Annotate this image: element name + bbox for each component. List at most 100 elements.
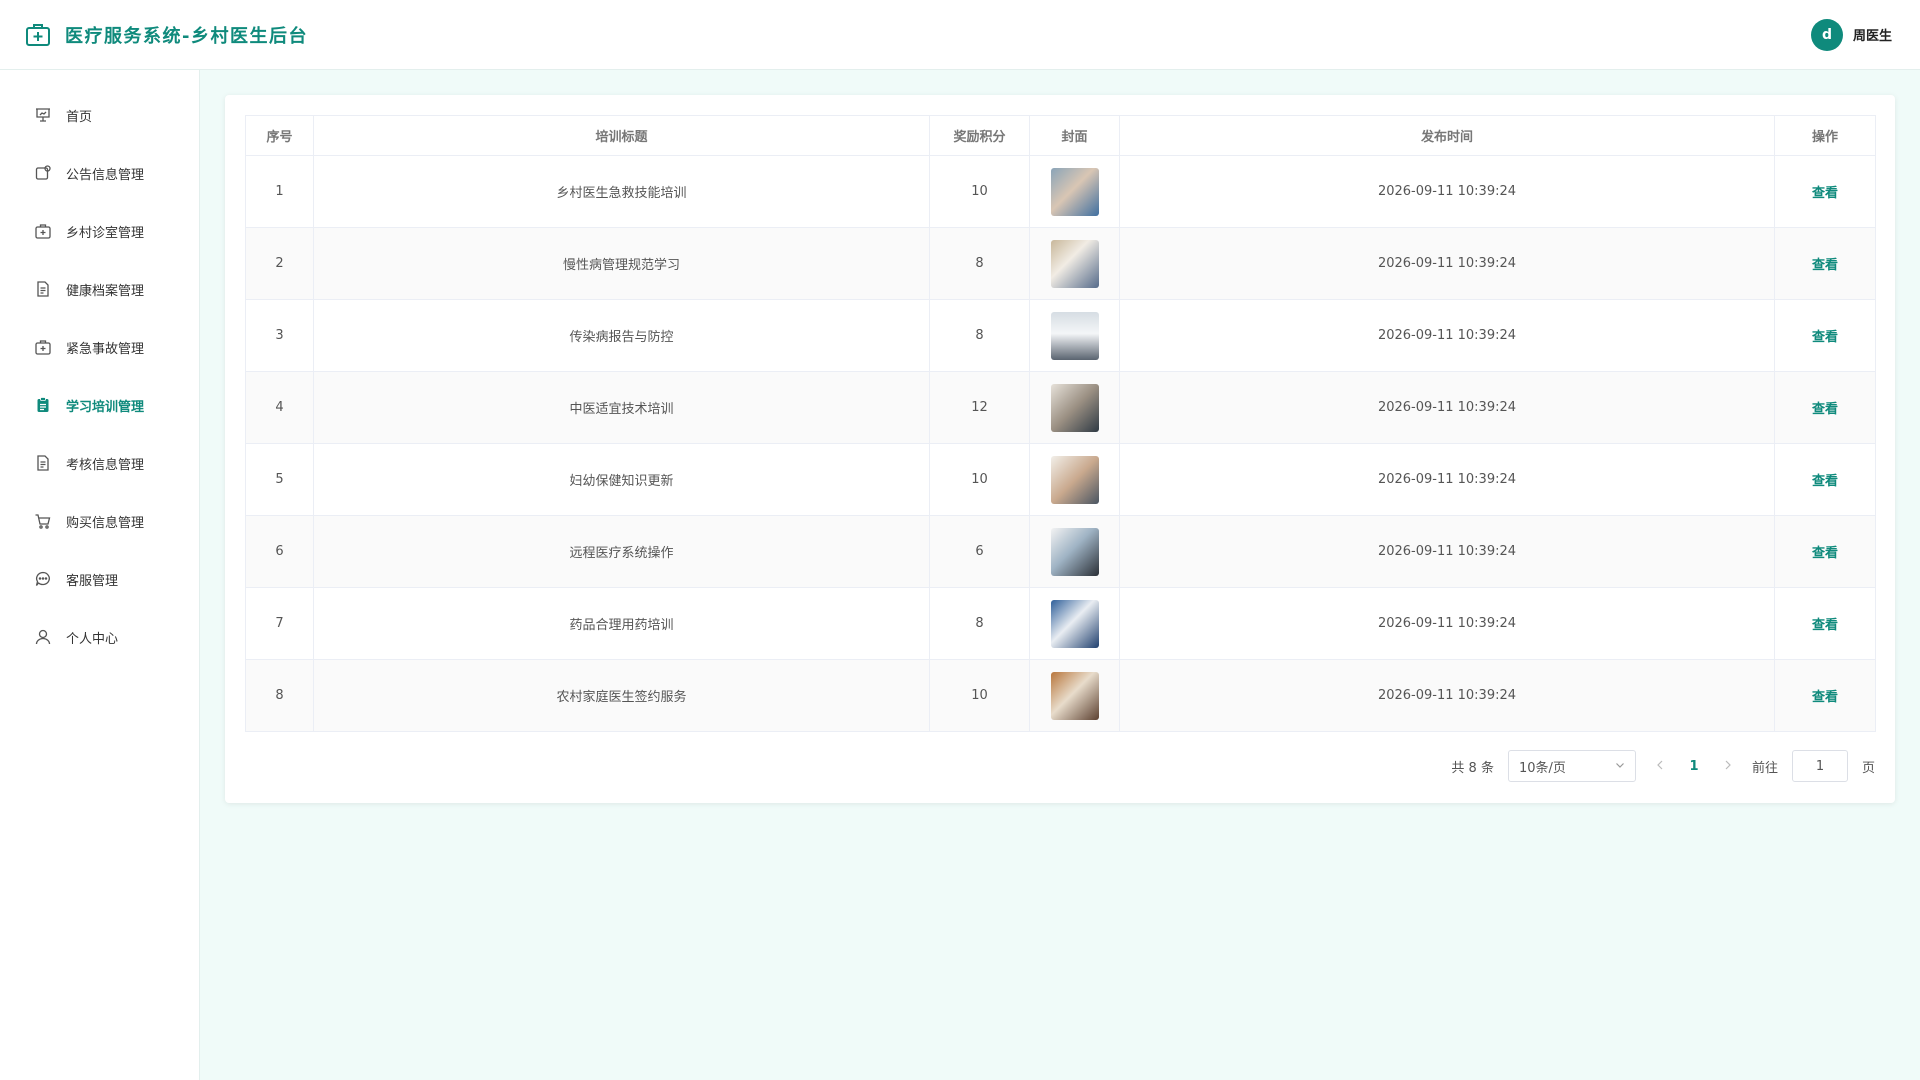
user-name[interactable]: 周医生 [1853, 25, 1892, 44]
cover-image[interactable] [1050, 383, 1099, 432]
cell-points: 10 [929, 443, 1030, 516]
table-row: 8 农村家庭医生签约服务 10 2026-09-11 10:39:24 查看 [245, 659, 1876, 732]
sidebar-item-purchase[interactable]: 购买信息管理 [0, 492, 199, 550]
cell-cover [1029, 659, 1120, 732]
next-page-button[interactable] [1718, 758, 1738, 774]
sidebar-item-assessment[interactable]: 考核信息管理 [0, 434, 199, 492]
cell-action: 查看 [1774, 587, 1876, 660]
chevron-down-icon [1615, 759, 1625, 774]
cell-action: 查看 [1774, 443, 1876, 516]
page-size-select[interactable]: 10条/页 [1507, 750, 1636, 782]
cell-index: 3 [245, 299, 314, 372]
cell-title: 慢性病管理规范学习 [313, 227, 930, 300]
sidebar-item-label: 健康档案管理 [66, 283, 145, 299]
cell-time: 2026-09-11 10:39:24 [1119, 587, 1775, 660]
goto-page-input[interactable] [1791, 750, 1848, 782]
table-row: 1 乡村医生急救技能培训 10 2026-09-11 10:39:24 查看 [245, 155, 1876, 228]
user-menu[interactable]: d 周医生 [1810, 18, 1892, 51]
view-button[interactable]: 查看 [1812, 690, 1838, 705]
goto-label: 前往 [1751, 760, 1778, 776]
cover-image[interactable] [1050, 239, 1099, 288]
cover-image[interactable] [1050, 455, 1099, 504]
training-table: 序号 培训标题 奖励积分 封面 发布时间 操作 1 乡村医生急救技能培训 10 … [245, 115, 1876, 732]
sidebar-item-training[interactable]: 学习培训管理 [0, 376, 199, 434]
page-suffix: 页 [1861, 760, 1875, 776]
pagination: 共 8 条 10条/页 1 前往 页 [1451, 750, 1875, 782]
sidebar-item-label: 首页 [66, 109, 93, 125]
sidebar-item-label: 紧急事故管理 [66, 341, 145, 357]
cell-time: 2026-09-11 10:39:24 [1119, 515, 1775, 588]
sidebar-item-home[interactable]: 首页 [0, 86, 199, 144]
cover-image[interactable] [1050, 599, 1099, 648]
view-button[interactable]: 查看 [1812, 402, 1838, 417]
cell-action: 查看 [1774, 155, 1876, 228]
page-number[interactable]: 1 [1684, 759, 1704, 774]
column-header-index: 序号 [245, 115, 314, 156]
sidebar-item-health-records[interactable]: 健康档案管理 [0, 260, 199, 318]
table-row: 3 传染病报告与防控 8 2026-09-11 10:39:24 查看 [245, 299, 1876, 372]
column-header-time: 发布时间 [1119, 115, 1775, 156]
document-icon [34, 280, 52, 298]
column-header-cover: 封面 [1029, 115, 1120, 156]
cover-image[interactable] [1050, 311, 1099, 360]
cell-title: 农村家庭医生签约服务 [313, 659, 930, 732]
view-button[interactable]: 查看 [1812, 258, 1838, 273]
cell-index: 1 [245, 155, 314, 228]
presentation-icon [34, 106, 52, 124]
table-row: 6 远程医疗系统操作 6 2026-09-11 10:39:24 查看 [245, 515, 1876, 588]
cover-image[interactable] [1050, 671, 1099, 720]
sidebar-item-notice[interactable]: 公告信息管理 [0, 144, 199, 202]
cell-index: 7 [245, 587, 314, 660]
chat-icon [34, 570, 52, 588]
cell-points: 6 [929, 515, 1030, 588]
training-list-card: 序号 培训标题 奖励积分 封面 发布时间 操作 1 乡村医生急救技能培训 10 … [225, 95, 1895, 803]
cover-image[interactable] [1050, 167, 1099, 216]
sidebar: 首页 公告信息管理 乡村诊室管理 健康档案管理 紧急事故管理 学习培训管理 考核… [0, 70, 200, 1080]
cell-cover [1029, 443, 1120, 516]
cell-index: 6 [245, 515, 314, 588]
user-icon [34, 628, 52, 646]
cell-title: 中医适宜技术培训 [313, 371, 930, 444]
cell-time: 2026-09-11 10:39:24 [1119, 155, 1775, 228]
cell-action: 查看 [1774, 659, 1876, 732]
cell-title: 远程医疗系统操作 [313, 515, 930, 588]
avatar[interactable]: d [1810, 18, 1843, 51]
view-button[interactable]: 查看 [1812, 474, 1838, 489]
cell-cover [1029, 299, 1120, 372]
column-header-title: 培训标题 [313, 115, 930, 156]
sidebar-item-clinic[interactable]: 乡村诊室管理 [0, 202, 199, 260]
cell-cover [1029, 371, 1120, 444]
cell-index: 5 [245, 443, 314, 516]
page-size-value: 10条/页 [1518, 760, 1566, 776]
table-row: 2 慢性病管理规范学习 8 2026-09-11 10:39:24 查看 [245, 227, 1876, 300]
cell-index: 2 [245, 227, 314, 300]
view-button[interactable]: 查看 [1812, 330, 1838, 345]
cell-time: 2026-09-11 10:39:24 [1119, 659, 1775, 732]
cell-time: 2026-09-11 10:39:24 [1119, 227, 1775, 300]
column-header-points: 奖励积分 [929, 115, 1030, 156]
sidebar-item-profile[interactable]: 个人中心 [0, 608, 199, 666]
cell-index: 8 [245, 659, 314, 732]
view-button[interactable]: 查看 [1812, 186, 1838, 201]
cell-title: 传染病报告与防控 [313, 299, 930, 372]
view-button[interactable]: 查看 [1812, 546, 1838, 561]
prev-page-button[interactable] [1650, 758, 1670, 774]
sidebar-item-customer-service[interactable]: 客服管理 [0, 550, 199, 608]
cell-action: 查看 [1774, 371, 1876, 444]
column-header-action: 操作 [1774, 115, 1876, 156]
cell-time: 2026-09-11 10:39:24 [1119, 443, 1775, 516]
cell-cover [1029, 227, 1120, 300]
sidebar-item-label: 乡村诊室管理 [66, 225, 145, 241]
table-row: 5 妇幼保健知识更新 10 2026-09-11 10:39:24 查看 [245, 443, 1876, 516]
table-header-row: 序号 培训标题 奖励积分 封面 发布时间 操作 [245, 115, 1876, 156]
cover-image[interactable] [1050, 527, 1099, 576]
top-header: 医疗服务系统-乡村医生后台 d 周医生 [0, 0, 1920, 70]
view-button[interactable]: 查看 [1812, 618, 1838, 633]
medical-kit-icon [34, 222, 52, 240]
sidebar-item-emergency[interactable]: 紧急事故管理 [0, 318, 199, 376]
cell-title: 妇幼保健知识更新 [313, 443, 930, 516]
cell-time: 2026-09-11 10:39:24 [1119, 299, 1775, 372]
clipboard-icon [34, 396, 52, 414]
sidebar-item-label: 个人中心 [66, 631, 119, 647]
medical-kit-icon [25, 22, 51, 48]
